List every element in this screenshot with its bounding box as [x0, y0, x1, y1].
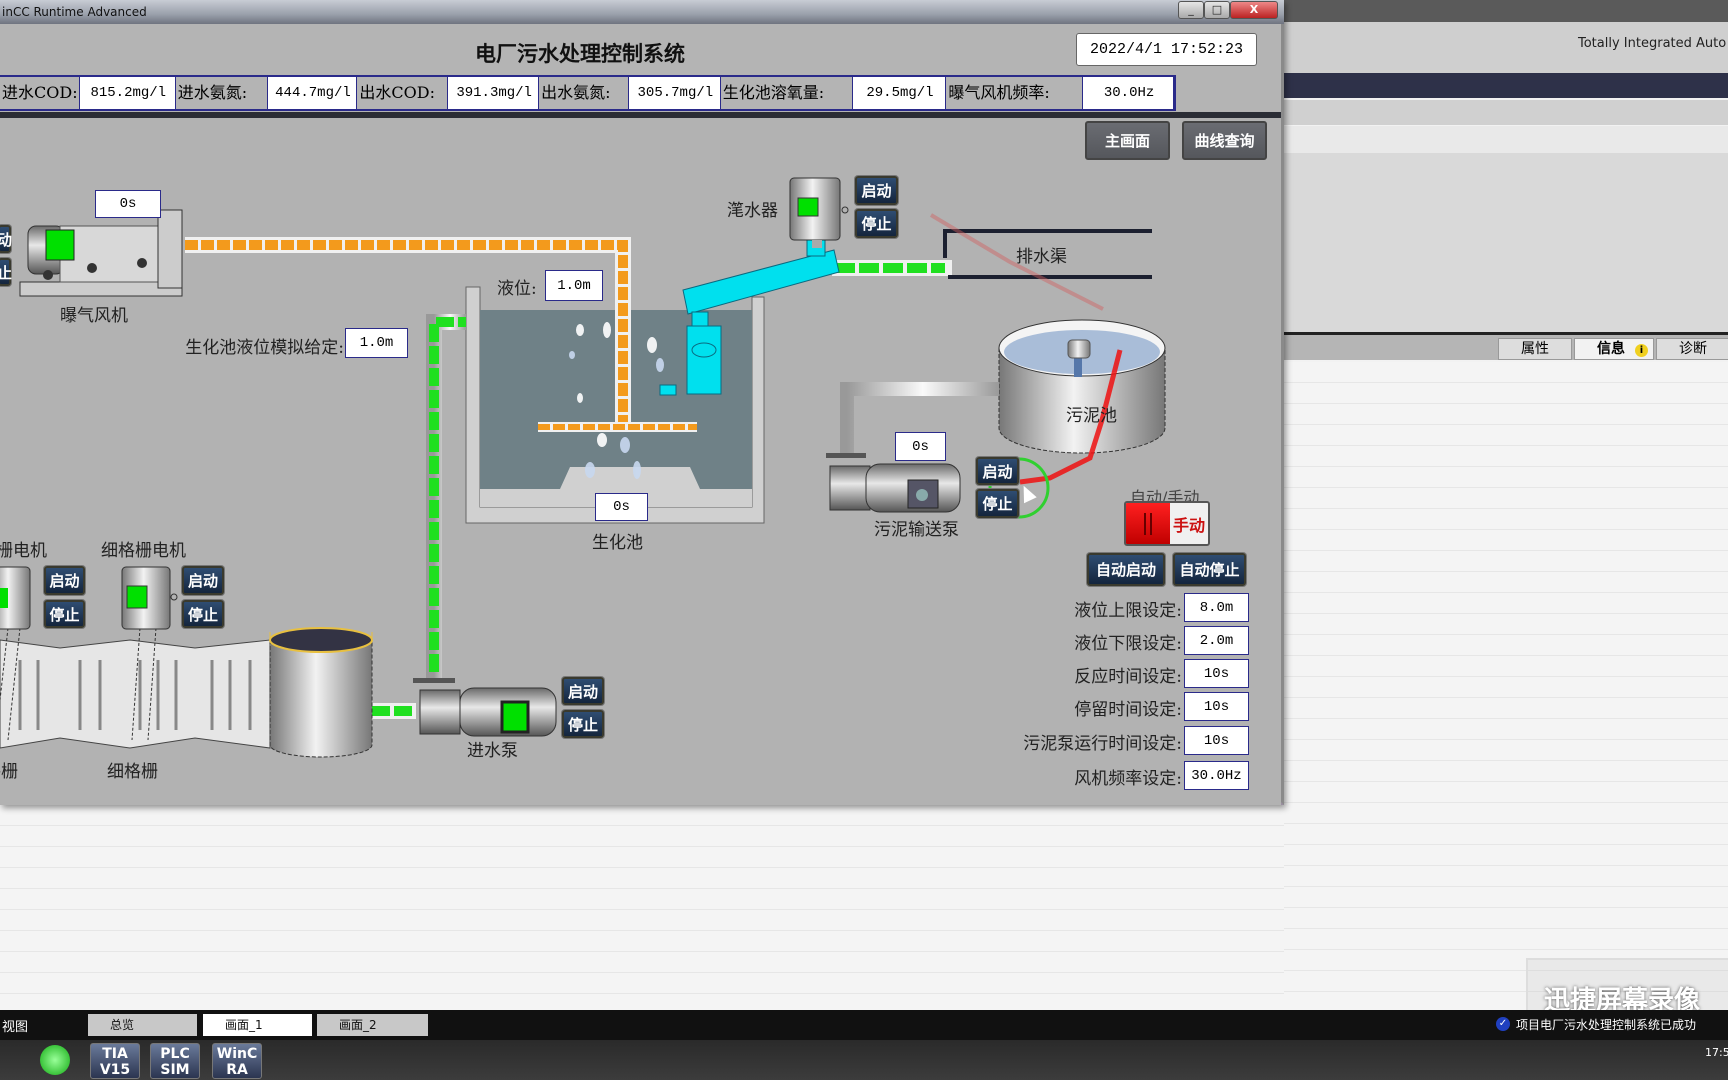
- level-sim-input[interactable]: 1.0m: [345, 328, 408, 358]
- inlet-well: [269, 627, 373, 758]
- fine-motor-start-button[interactable]: 启动: [182, 566, 224, 595]
- toggle-handle: [1126, 503, 1170, 544]
- coarse-motor-start-button[interactable]: 启动: [44, 566, 85, 595]
- check-icon: ✓: [1496, 1017, 1510, 1031]
- taskbar-app-plcsim[interactable]: PLC SIM: [150, 1043, 200, 1079]
- fine-screen-motor: [121, 566, 178, 630]
- fine-screen-label: 细格栅: [107, 762, 158, 782]
- decanter-start-button[interactable]: 启动: [855, 176, 898, 205]
- setting-label: 停留时间设定:: [1074, 700, 1182, 720]
- coarse-screen-motor: [0, 566, 31, 630]
- tab-overview[interactable]: 总览: [88, 1014, 197, 1036]
- runtime-window: inCC Runtime Advanced _ □ X 电厂污水处理控制系统 2…: [0, 0, 1284, 805]
- inlet-pump-stop-button[interactable]: 停止: [562, 710, 604, 738]
- setting-label: 风机频率设定:: [1074, 769, 1182, 789]
- tab-properties[interactable]: 属性: [1498, 338, 1572, 360]
- sludge-pump-label: 污泥输送泵: [874, 520, 959, 540]
- decanter-label: 滗水器: [727, 201, 778, 221]
- fine-motor-stop-button[interactable]: 停止: [182, 600, 224, 628]
- screen-structure: [0, 627, 271, 749]
- auto-stop-button[interactable]: 自动停止: [1173, 553, 1246, 586]
- browser-icon[interactable]: [40, 1045, 70, 1075]
- coarse-motor-stop-button[interactable]: 停止: [44, 600, 85, 628]
- setting-input[interactable]: 10s: [1184, 659, 1249, 688]
- biotank-timer: 0s: [595, 493, 648, 521]
- info-icon: i: [1635, 344, 1648, 357]
- inlet-pipe: [372, 314, 466, 719]
- biotank-label: 生化池: [592, 533, 643, 553]
- editor-tab-bar: 视图 总览 画面_1 画面_2 ✓ 项目电厂污水处理控制系统已成功: [0, 1010, 1728, 1040]
- auto-start-button[interactable]: 自动启动: [1087, 553, 1165, 586]
- tab-screen-1[interactable]: 画面_1: [203, 1014, 312, 1036]
- inlet-pump-start-button[interactable]: 启动: [562, 677, 604, 705]
- coarse-screen-label: 格栅: [0, 762, 18, 782]
- main-screen-button[interactable]: 主画面: [1085, 121, 1170, 160]
- setting-label: 液位下限设定:: [1074, 634, 1182, 654]
- mode-state: 手动: [1170, 503, 1208, 544]
- level-label: 液位:: [497, 279, 537, 299]
- blower-timer: 0s: [95, 190, 161, 218]
- blower-stop-button[interactable]: 止: [0, 258, 12, 286]
- status-message: 项目电厂污水处理控制系统已成功: [1516, 1018, 1697, 1032]
- tab-screen-2[interactable]: 画面_2: [317, 1014, 428, 1036]
- sludge-pump-stop-button[interactable]: 停止: [976, 489, 1019, 518]
- setting-input[interactable]: 10s: [1184, 692, 1249, 721]
- tia-brand: Totally Integrated Auto: [1578, 36, 1727, 51]
- setting-input[interactable]: 30.0Hz: [1184, 761, 1249, 790]
- drain-label: 排水渠: [1016, 247, 1067, 267]
- setting-label: 反应时间设定:: [1074, 667, 1182, 687]
- decanter-motor: [789, 177, 849, 248]
- aeration-blower: [19, 209, 183, 297]
- sludge-tank: [998, 319, 1166, 454]
- editor-background: [0, 805, 1284, 1010]
- sludge-pump-start-button[interactable]: 启动: [976, 457, 1019, 485]
- level-value: 1.0m: [545, 270, 603, 301]
- setting-input[interactable]: 8.0m: [1184, 593, 1249, 622]
- fine-motor-label: 细格栅电机: [101, 541, 186, 561]
- tia-portal-background: Totally Integrated Auto 属性 信息 i 诊断: [1284, 0, 1728, 1010]
- clock[interactable]: 17:5: [1705, 1046, 1728, 1059]
- view-label[interactable]: 视图: [2, 1016, 28, 1035]
- sludge-pump: [826, 453, 961, 513]
- sludge-pump-timer: 0s: [895, 432, 946, 461]
- decanter-stop-button[interactable]: 停止: [855, 209, 898, 238]
- setting-label: 液位上限设定:: [1074, 601, 1182, 621]
- tab-diagnostics[interactable]: 诊断: [1656, 338, 1728, 360]
- sludge-tank-label: 污泥池: [1066, 406, 1117, 426]
- setting-label: 污泥泵运行时间设定:: [1023, 734, 1182, 754]
- os-taskbar: TIA V15 PLC SIM WinC RA 17:5: [0, 1040, 1728, 1080]
- blower-start-button[interactable]: 动: [0, 225, 12, 253]
- taskbar-app-tia[interactable]: TIA V15: [90, 1043, 140, 1079]
- inlet-pump-label: 进水泵: [467, 741, 518, 761]
- coarse-motor-label: 栅电机: [0, 541, 47, 561]
- auto-manual-toggle[interactable]: 手动: [1124, 501, 1210, 546]
- trend-query-button[interactable]: 曲线查询: [1182, 121, 1267, 160]
- blower-label: 曝气风机: [60, 306, 128, 326]
- tab-info[interactable]: 信息 i: [1574, 338, 1654, 360]
- setting-input[interactable]: 2.0m: [1184, 626, 1249, 655]
- inlet-pump: [413, 678, 557, 737]
- taskbar-app-wincc[interactable]: WinC RA: [212, 1043, 262, 1079]
- level-sim-label: 生化池液位模拟给定:: [185, 338, 344, 358]
- setting-input[interactable]: 10s: [1184, 726, 1249, 755]
